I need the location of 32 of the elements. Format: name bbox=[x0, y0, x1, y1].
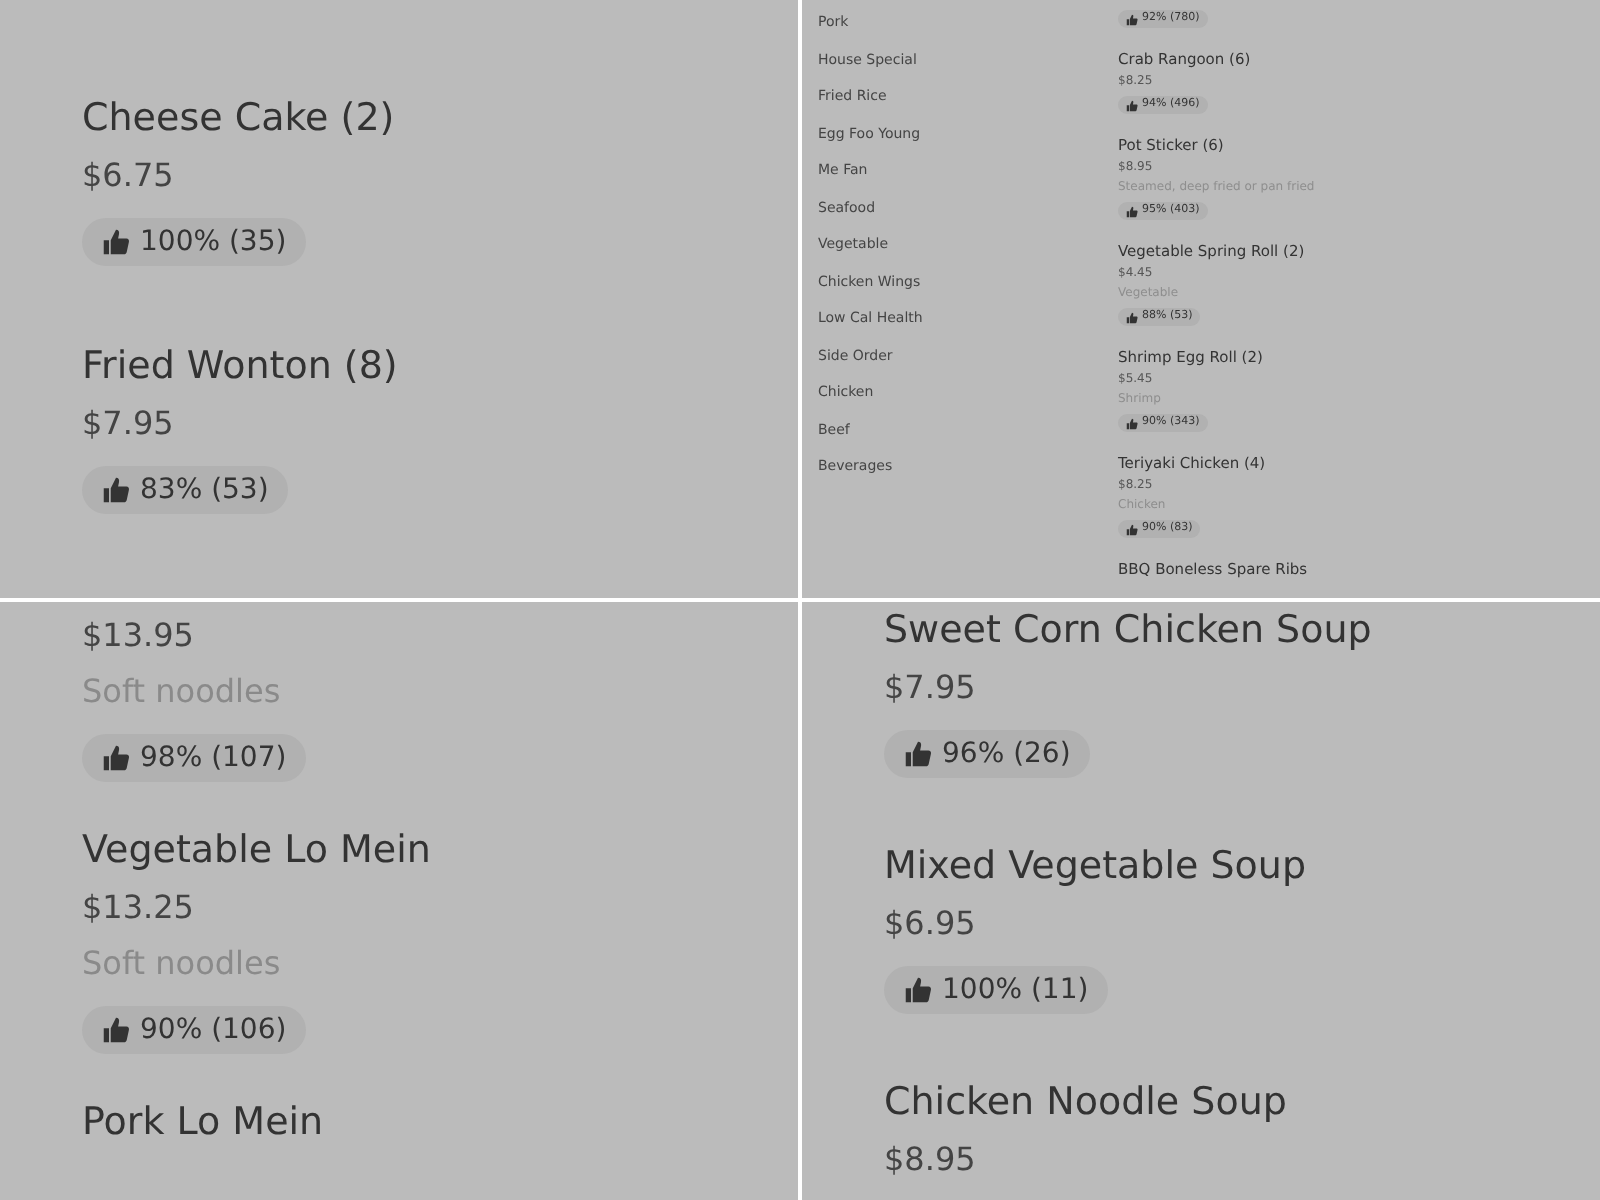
thumbs-up-icon bbox=[102, 228, 130, 256]
thumbs-up-icon bbox=[102, 1016, 130, 1044]
dish-name[interactable]: Chicken Noodle Soup bbox=[884, 1078, 1372, 1126]
thumbs-up-icon bbox=[904, 976, 932, 1004]
dish-price: $8.95 bbox=[884, 1138, 978, 1182]
thumbs-up-icon bbox=[1126, 99, 1138, 111]
thumbs-up-icon bbox=[1126, 417, 1138, 429]
dish-price: $13.95 bbox=[82, 614, 196, 658]
rating-text: 83% (53) bbox=[140, 474, 269, 506]
dish-price: $6.95 bbox=[884, 902, 978, 946]
rating-text: 100% (11) bbox=[942, 974, 1089, 1006]
thumbs-up-icon bbox=[102, 476, 130, 504]
thumbs-up-icon bbox=[1126, 311, 1138, 323]
dish-name[interactable]: Vegetable Lo Mein bbox=[82, 826, 431, 874]
dish-name[interactable]: Sweet Corn Chicken Soup bbox=[884, 606, 1372, 654]
dish-name[interactable]: Cheese Cake (2) bbox=[82, 94, 398, 142]
rating-text: 90% (106) bbox=[140, 1014, 287, 1046]
rating-text: 98% (107) bbox=[140, 742, 287, 774]
thumbs-up-icon bbox=[102, 744, 130, 772]
dish-name[interactable]: Pork Lo Mein bbox=[82, 1098, 431, 1146]
thumbs-up-icon bbox=[904, 740, 932, 768]
thumbs-up-icon bbox=[1126, 205, 1138, 217]
thumbs-up-icon bbox=[1126, 13, 1138, 25]
dish-price: $13.25 bbox=[82, 886, 196, 930]
dish-price: $7.95 bbox=[884, 666, 978, 710]
dish-name[interactable]: Mixed Vegetable Soup bbox=[884, 842, 1372, 890]
dish-price: $6.75 bbox=[82, 154, 176, 198]
rating-text: 100% (35) bbox=[140, 226, 287, 258]
thumbs-up-icon bbox=[1126, 523, 1138, 535]
rating-text: 96% (26) bbox=[942, 738, 1071, 770]
dish-name[interactable]: Fried Wonton (8) bbox=[82, 342, 398, 390]
dish-price: $7.95 bbox=[82, 402, 176, 446]
